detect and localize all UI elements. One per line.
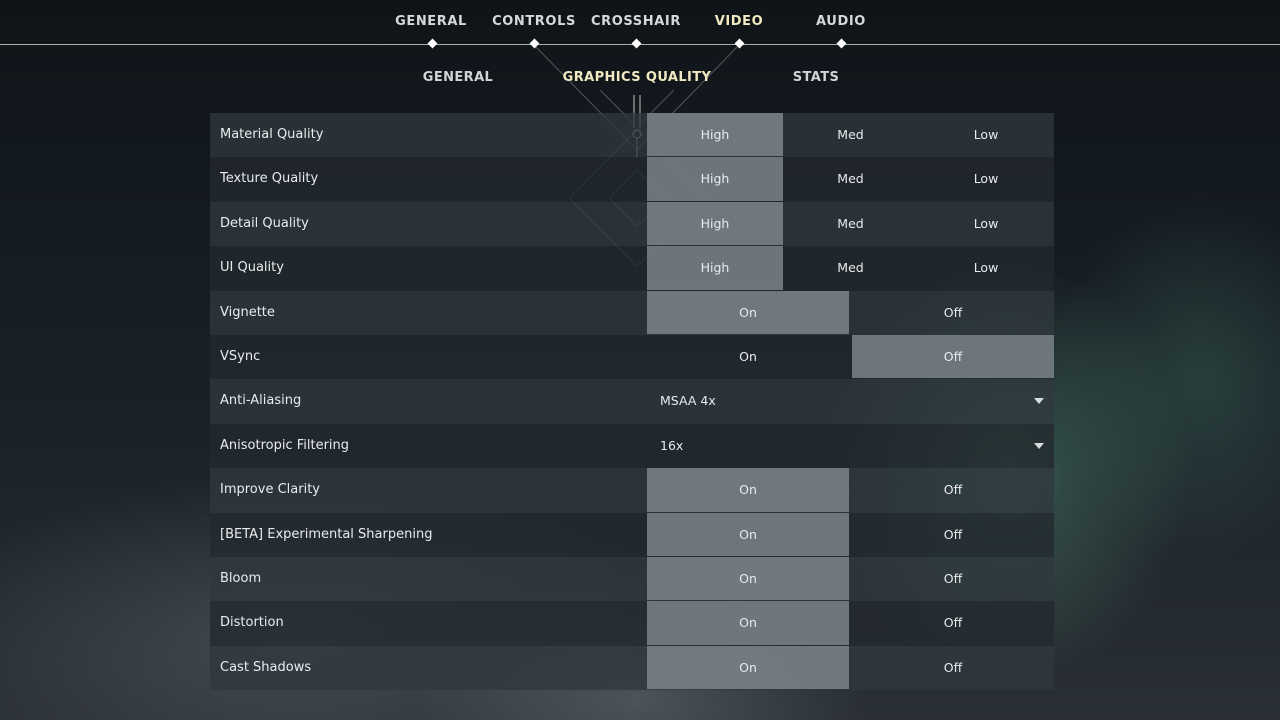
option-on-button[interactable]: On <box>647 512 849 556</box>
setting-options: 16x <box>647 424 1054 467</box>
option-off-button[interactable]: Off <box>852 513 1054 556</box>
option-low-button[interactable]: Low <box>918 202 1054 245</box>
setting-row: Vignette On Off <box>210 290 1054 335</box>
setting-options: On Off <box>647 556 1054 601</box>
option-off-button[interactable]: Off <box>852 334 1054 379</box>
option-off-button[interactable]: Off <box>852 646 1054 689</box>
option-med-button[interactable]: Med <box>783 113 918 156</box>
option-off-button[interactable]: Off <box>852 557 1054 600</box>
setting-dropdown[interactable]: MSAA 4x <box>647 379 1054 422</box>
setting-label: Material Quality <box>220 127 324 142</box>
caret-down-icon <box>1034 442 1044 449</box>
option-low-button[interactable]: Low <box>918 246 1054 289</box>
setting-row: Improve Clarity On Off <box>210 468 1054 513</box>
option-off-button[interactable]: Off <box>852 291 1054 334</box>
tab-marker-icon <box>734 38 744 49</box>
setting-options: On Off <box>647 334 1054 379</box>
setting-label: [BETA] Experimental Sharpening <box>220 526 433 542</box>
option-on-button[interactable]: On <box>647 601 849 645</box>
option-low-button[interactable]: Low <box>918 157 1054 200</box>
setting-label: Cast Shadows <box>220 659 312 675</box>
setting-row: Material Quality High Med Low <box>210 113 1054 158</box>
option-on-button[interactable]: On <box>647 468 849 512</box>
setting-label: VSync <box>220 348 261 364</box>
option-med-button[interactable]: Med <box>783 202 918 245</box>
setting-label: UI Quality <box>220 260 284 276</box>
setting-label: Detail Quality <box>220 215 309 231</box>
option-on-button[interactable]: On <box>647 645 849 690</box>
tab-general[interactable]: GENERAL <box>371 14 491 29</box>
setting-options: On Off <box>647 468 1054 512</box>
tab-marker-icon <box>631 38 641 49</box>
setting-options: On Off <box>647 290 1054 334</box>
option-high-button[interactable]: High <box>647 113 783 157</box>
setting-options: On Off <box>647 601 1054 645</box>
option-high-button[interactable]: High <box>647 157 783 201</box>
setting-options: On Off <box>647 645 1054 690</box>
setting-label: Anti-Aliasing <box>220 393 302 409</box>
setting-options: High Med Low <box>647 201 1054 246</box>
setting-row: Cast Shadows On Off <box>210 645 1054 691</box>
option-high-button[interactable]: High <box>647 201 783 246</box>
setting-options: High Med Low <box>647 246 1054 290</box>
subtab-graphics-quality[interactable]: GRAPHICS QUALITY <box>537 70 737 85</box>
setting-options: MSAA 4x <box>647 379 1054 422</box>
setting-row: [BETA] Experimental Sharpening On Off <box>210 512 1054 557</box>
setting-options: High Med Low <box>647 113 1054 157</box>
setting-row: Texture Quality High Med Low <box>210 157 1054 202</box>
option-off-button[interactable]: Off <box>852 468 1054 511</box>
caret-down-icon <box>1034 398 1044 405</box>
setting-label: Bloom <box>220 570 262 586</box>
option-low-button[interactable]: Low <box>918 113 1054 156</box>
setting-row: Anisotropic Filtering 16x <box>210 423 1054 469</box>
dropdown-value: 16x <box>660 437 684 453</box>
setting-label: Vignette <box>220 304 275 320</box>
subtab-general[interactable]: GENERAL <box>358 70 558 85</box>
setting-row: Distortion On Off <box>210 601 1054 646</box>
dropdown-value: MSAA 4x <box>660 393 716 409</box>
option-high-button[interactable]: High <box>647 246 783 290</box>
setting-row: Bloom On Off <box>210 556 1054 602</box>
setting-options: On Off <box>647 512 1054 556</box>
setting-label: Improve Clarity <box>220 482 320 498</box>
setting-row: UI Quality High Med Low <box>210 246 1054 291</box>
graphics-settings-list: Material Quality High Med Low Texture Qualit… <box>210 113 1054 691</box>
setting-label: Texture Quality <box>220 171 319 187</box>
setting-row: VSync On Off <box>210 334 1054 380</box>
setting-row: Anti-Aliasing MSAA 4x <box>210 379 1054 424</box>
option-on-button[interactable]: On <box>647 556 849 601</box>
option-on-button[interactable]: On <box>647 290 849 334</box>
option-off-button[interactable]: Off <box>852 601 1054 644</box>
tab-marker-icon <box>836 38 846 49</box>
tab-audio[interactable]: AUDIO <box>781 14 901 29</box>
subtab-stats[interactable]: STATS <box>716 70 916 85</box>
top-nav: GENERAL CONTROLS CROSSHAIR VIDEO AUDIO <box>0 0 1280 49</box>
option-med-button[interactable]: Med <box>783 246 918 289</box>
tab-crosshair[interactable]: CROSSHAIR <box>576 14 696 29</box>
tab-marker-icon <box>529 38 539 49</box>
tab-marker-icon <box>427 38 437 49</box>
option-med-button[interactable]: Med <box>783 157 918 200</box>
setting-label: Distortion <box>220 615 284 631</box>
setting-dropdown[interactable]: 16x <box>647 424 1054 467</box>
setting-label: Anisotropic Filtering <box>220 437 350 453</box>
option-on-button[interactable]: On <box>647 335 849 378</box>
setting-row: Detail Quality High Med Low <box>210 201 1054 247</box>
setting-options: High Med Low <box>647 157 1054 201</box>
